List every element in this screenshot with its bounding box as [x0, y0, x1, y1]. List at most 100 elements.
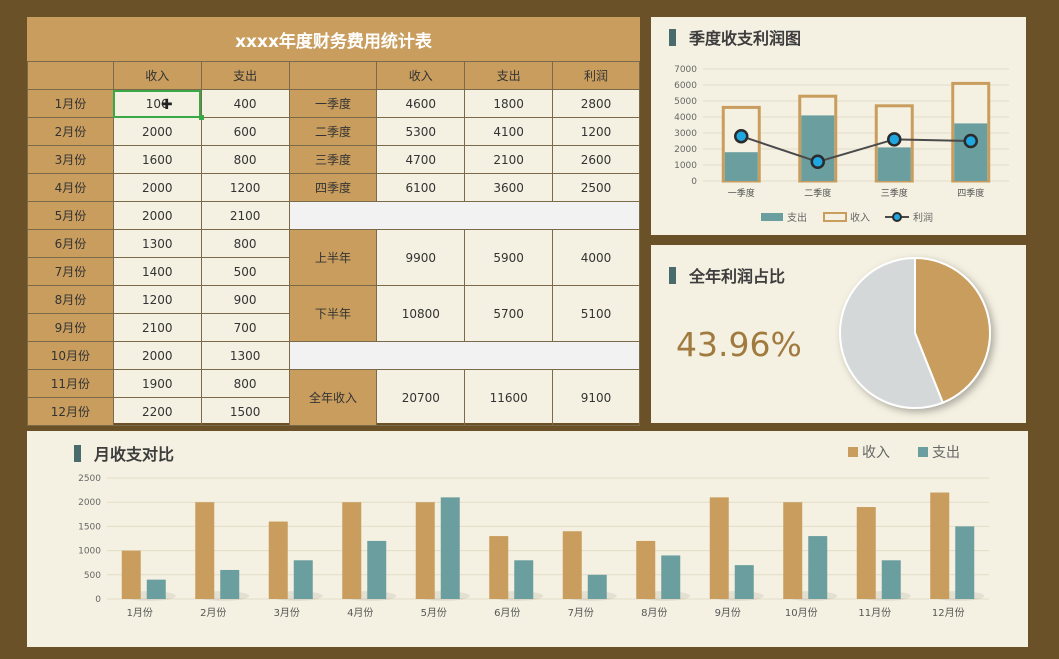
half-profit-cell[interactable]: 5100: [552, 285, 640, 342]
expense-cell[interactable]: 500: [200, 257, 290, 286]
expense-cell[interactable]: 1200: [200, 173, 290, 202]
legend-income-label: 收入: [850, 211, 870, 224]
income-cell[interactable]: 2000: [112, 117, 202, 146]
expense-cell[interactable]: 400: [200, 89, 290, 118]
annual-label: 全年收入: [288, 369, 378, 426]
quarter-income-cell[interactable]: 4700: [376, 145, 466, 174]
annual-profit-cell[interactable]: 9100: [552, 369, 640, 426]
table-title: xxxx年度财务费用统计表: [27, 17, 640, 61]
quarter-expense-cell[interactable]: 4100: [464, 117, 554, 146]
expense-cell[interactable]: 1500: [200, 397, 290, 426]
month-label: 8月份: [27, 285, 114, 314]
half-expense-cell[interactable]: 5900: [464, 229, 554, 286]
quarter-expense-cell[interactable]: 2100: [464, 145, 554, 174]
expense-cell[interactable]: 800: [200, 229, 290, 258]
quarter-profit-cell[interactable]: 2500: [552, 173, 640, 202]
expense-cell[interactable]: 800: [200, 369, 290, 398]
corner-cell: [288, 61, 378, 90]
table-row: 5月份 2000 2100: [27, 201, 641, 230]
quarter-income-cell[interactable]: 6100: [376, 173, 466, 202]
y-tick-label: 1000: [78, 547, 101, 557]
monthly-chart: 0 500 1000 1500 2000 2500 1月份 2月份 3月份 4月份 5月份 6月份 7月…: [78, 445, 989, 619]
quarter-income-cell[interactable]: 5300: [376, 117, 466, 146]
half-income-cell[interactable]: 10800: [376, 285, 466, 342]
expense-cell[interactable]: 900: [200, 285, 290, 314]
col-header-expense: 支出: [464, 61, 554, 90]
income-bar: [415, 502, 435, 599]
half-profit-cell[interactable]: 4000: [552, 229, 640, 286]
expense-bar: [724, 152, 758, 181]
expense-bar: [801, 115, 835, 181]
annual-expense-cell[interactable]: 11600: [464, 369, 554, 426]
y-tick-label: 0: [691, 177, 697, 187]
expense-cell[interactable]: 700: [200, 313, 290, 342]
expense-bar: [661, 555, 681, 599]
income-bar: [930, 492, 950, 599]
quarter-chart-panel: 季度收支利润图 0 1000 2000 3000 4000 5000 6000 7000 一季度…: [651, 17, 1026, 235]
income-cell[interactable]: 2000: [112, 201, 202, 230]
income-cell[interactable]: 1400: [112, 257, 202, 286]
month-label: 2月份: [27, 117, 114, 146]
x-tick-label: 2月份: [200, 607, 226, 619]
col-header-profit: 利润: [552, 61, 640, 90]
legend-income-swatch: [823, 212, 847, 222]
y-tick-label: 2000: [78, 498, 101, 508]
profit-ratio-panel: 全年利润占比 43.96%: [651, 245, 1026, 423]
quarter-chart: 0 1000 2000 3000 4000 5000 6000 7000 一季度 二季度 三季度 四季…: [674, 65, 1009, 224]
expense-cell[interactable]: 600: [200, 117, 290, 146]
income-cell[interactable]: 2000: [112, 173, 202, 202]
expense-bar: [587, 574, 607, 599]
col-header-income: 收入: [112, 61, 202, 90]
x-tick-label: 四季度: [957, 187, 984, 199]
half-income-cell[interactable]: 9900: [376, 229, 466, 286]
expense-bar: [808, 536, 828, 599]
expense-bar: [514, 560, 534, 599]
legend-income-label: 收入: [862, 445, 890, 461]
annual-income-cell[interactable]: 20700: [376, 369, 466, 426]
income-cell[interactable]: 2100: [112, 313, 202, 342]
fill-handle[interactable]: [198, 115, 204, 120]
month-label: 3月份: [27, 145, 114, 174]
legend-expense-swatch: [761, 213, 783, 221]
x-tick-label: 12月份: [932, 607, 965, 619]
quarter-profit-cell[interactable]: 1200: [552, 117, 640, 146]
income-cell[interactable]: 2200: [112, 397, 202, 426]
quarter-expense-cell[interactable]: 1800: [464, 89, 554, 118]
expense-bar: [954, 123, 988, 181]
table-row: 3月份 1600 800 三季度 4700 2100 2600: [27, 145, 640, 174]
quarter-profit-cell[interactable]: 2600: [552, 145, 640, 174]
income-cell[interactable]: 1900: [112, 369, 202, 398]
empty-gap-cell: [288, 341, 641, 370]
expense-bar: [293, 560, 313, 599]
half-expense-cell[interactable]: 5700: [464, 285, 554, 342]
expense-cell[interactable]: 2100: [200, 201, 290, 230]
income-cell[interactable]: 1600: [112, 145, 202, 174]
income-cell[interactable]: 1200: [112, 285, 202, 314]
profit-point: [810, 154, 825, 170]
expense-cell[interactable]: 800: [200, 145, 290, 174]
quarter-label: 二季度: [288, 117, 378, 146]
legend-profit-marker: [892, 212, 902, 222]
month-label: 1月份: [27, 89, 114, 118]
x-tick-label: 二季度: [804, 187, 831, 199]
profit-point: [963, 133, 978, 149]
x-tick-label: 9月份: [715, 607, 741, 619]
income-bar: [489, 536, 509, 599]
statistics-table-panel: xxxx年度财务费用统计表 收入 支出 收入 支出 利润 1月份 100 ✚ 400 一季度 460…: [27, 17, 641, 426]
income-cell[interactable]: 2000: [112, 341, 202, 370]
y-tick-label: 0: [95, 595, 101, 605]
month-label: 9月份: [27, 313, 114, 342]
selected-income-cell[interactable]: 100 ✚: [112, 89, 204, 120]
income-cell[interactable]: 1300: [112, 229, 202, 258]
expense-cell[interactable]: 1300: [200, 341, 290, 370]
income-bar: [268, 521, 288, 599]
expense-bar: [877, 147, 911, 181]
month-label: 11月份: [27, 369, 114, 398]
col-header-expense: 支出: [200, 61, 290, 90]
quarter-profit-cell[interactable]: 2800: [552, 89, 640, 118]
month-label: 7月份: [27, 257, 114, 286]
quarter-expense-cell[interactable]: 3600: [464, 173, 554, 202]
x-tick-label: 三季度: [881, 187, 908, 199]
quarter-income-cell[interactable]: 4600: [376, 89, 466, 118]
income-bar: [121, 550, 141, 599]
